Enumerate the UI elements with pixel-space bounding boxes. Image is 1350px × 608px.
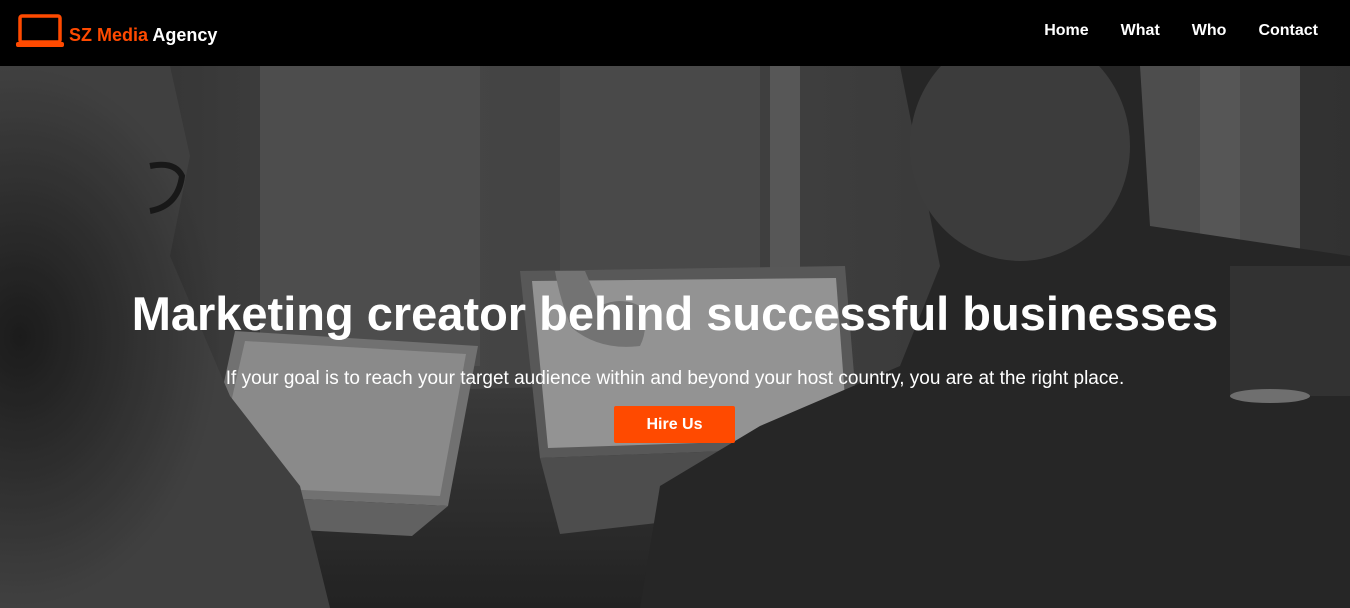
hire-us-button[interactable]: Hire Us bbox=[614, 406, 735, 443]
nav-link-home[interactable]: Home bbox=[1044, 19, 1088, 43]
nav-link-contact[interactable]: Contact bbox=[1258, 19, 1318, 43]
brand-name: SZ Media Agency bbox=[69, 18, 217, 52]
hero-section: Marketing creator behind successful busi… bbox=[0, 66, 1350, 608]
nav-link-who[interactable]: Who bbox=[1192, 19, 1227, 43]
hero-content: Marketing creator behind successful busi… bbox=[0, 66, 1350, 608]
main-nav: Home What Who Contact bbox=[1044, 19, 1318, 43]
brand-logo-link[interactable]: SZ Media Agency bbox=[16, 14, 217, 48]
brand-name-rest: Agency bbox=[152, 25, 218, 45]
navbar: SZ Media Agency Home What Who Contact bbox=[0, 0, 1350, 66]
nav-link-what[interactable]: What bbox=[1121, 19, 1160, 43]
hero-subtitle: If your goal is to reach your target aud… bbox=[225, 368, 1125, 389]
brand-name-accent: SZ Media bbox=[69, 25, 149, 45]
laptop-icon bbox=[16, 14, 64, 47]
hero-title: Marketing creator behind successful busi… bbox=[131, 287, 1219, 340]
